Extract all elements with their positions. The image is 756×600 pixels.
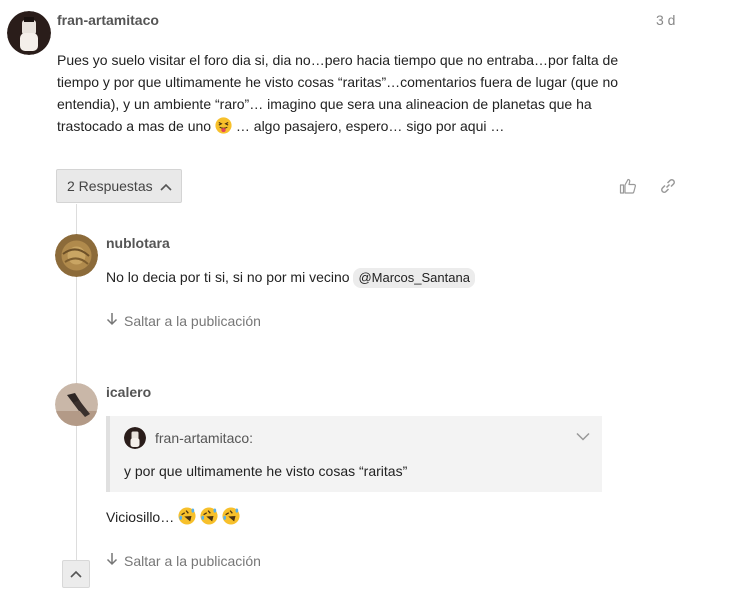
jump-to-post-link[interactable]: Saltar a la publicación	[106, 552, 261, 569]
post-body-text: trastocado a mas de uno	[57, 118, 212, 134]
post-body-text: … algo pasajero, espero… sigo por aqui …	[235, 118, 505, 134]
link-icon[interactable]	[659, 178, 677, 199]
post-body-line: Pues yo suelo visitar el foro dia si, di…	[57, 52, 619, 68]
rolling-on-floor-laughing-emoji-icon	[222, 507, 240, 531]
quote-username[interactable]: fran-artamitaco:	[155, 430, 253, 446]
avatar-nublotara[interactable]	[55, 234, 98, 277]
post-body-line: entendia), y un ambiente “raro”… imagino…	[57, 96, 592, 112]
reply-username[interactable]: nublotara	[106, 235, 170, 251]
reply-username[interactable]: icalero	[106, 384, 151, 400]
reply-body-text: Viciosillo…	[106, 509, 175, 525]
chevron-up-icon	[70, 565, 82, 583]
jump-label: Saltar a la publicación	[124, 312, 261, 329]
collapse-replies-button[interactable]	[62, 560, 90, 588]
reply-body-text: No lo decia por ti si, si no por mi veci…	[106, 269, 350, 285]
rolling-on-floor-laughing-emoji-icon	[178, 507, 196, 531]
avatar-fran-artamitaco[interactable]	[7, 11, 51, 55]
replies-label: 2 Respuestas	[67, 178, 153, 194]
quote-text: y por que ultimamente he visto cosas “ra…	[124, 463, 408, 479]
quote-block: fran-artamitaco: y por que ultimamente h…	[106, 416, 602, 492]
replies-toggle-button[interactable]: 2 Respuestas	[56, 169, 182, 203]
quote-avatar[interactable]	[124, 427, 146, 449]
post-body-line: tiempo y por que ultimamente he visto co…	[57, 74, 619, 90]
reply-body: No lo decia por ti si, si no por mi veci…	[106, 266, 606, 288]
chevron-down-icon[interactable]	[576, 428, 590, 446]
reply-body: Viciosillo…	[106, 506, 406, 531]
avatar-icalero[interactable]	[55, 383, 98, 426]
post-username[interactable]: fran-artamitaco	[57, 12, 159, 28]
rolling-on-floor-laughing-emoji-icon	[200, 507, 218, 531]
jump-to-post-link[interactable]: Saltar a la publicación	[106, 312, 261, 329]
jump-label: Saltar a la publicación	[124, 552, 261, 569]
post-body-line: trastocado a mas de uno … algo pasajero,…	[57, 115, 657, 140]
arrow-down-icon	[106, 312, 118, 329]
chevron-up-icon	[160, 178, 172, 194]
like-icon[interactable]	[619, 177, 637, 200]
post-body: Pues yo suelo visitar el foro dia si, di…	[57, 49, 657, 140]
arrow-down-icon	[106, 552, 118, 569]
post-date[interactable]: 3 d	[656, 12, 675, 28]
squinting-tongue-emoji-icon	[215, 117, 232, 140]
mention-link[interactable]: @Marcos_Santana	[353, 268, 475, 288]
